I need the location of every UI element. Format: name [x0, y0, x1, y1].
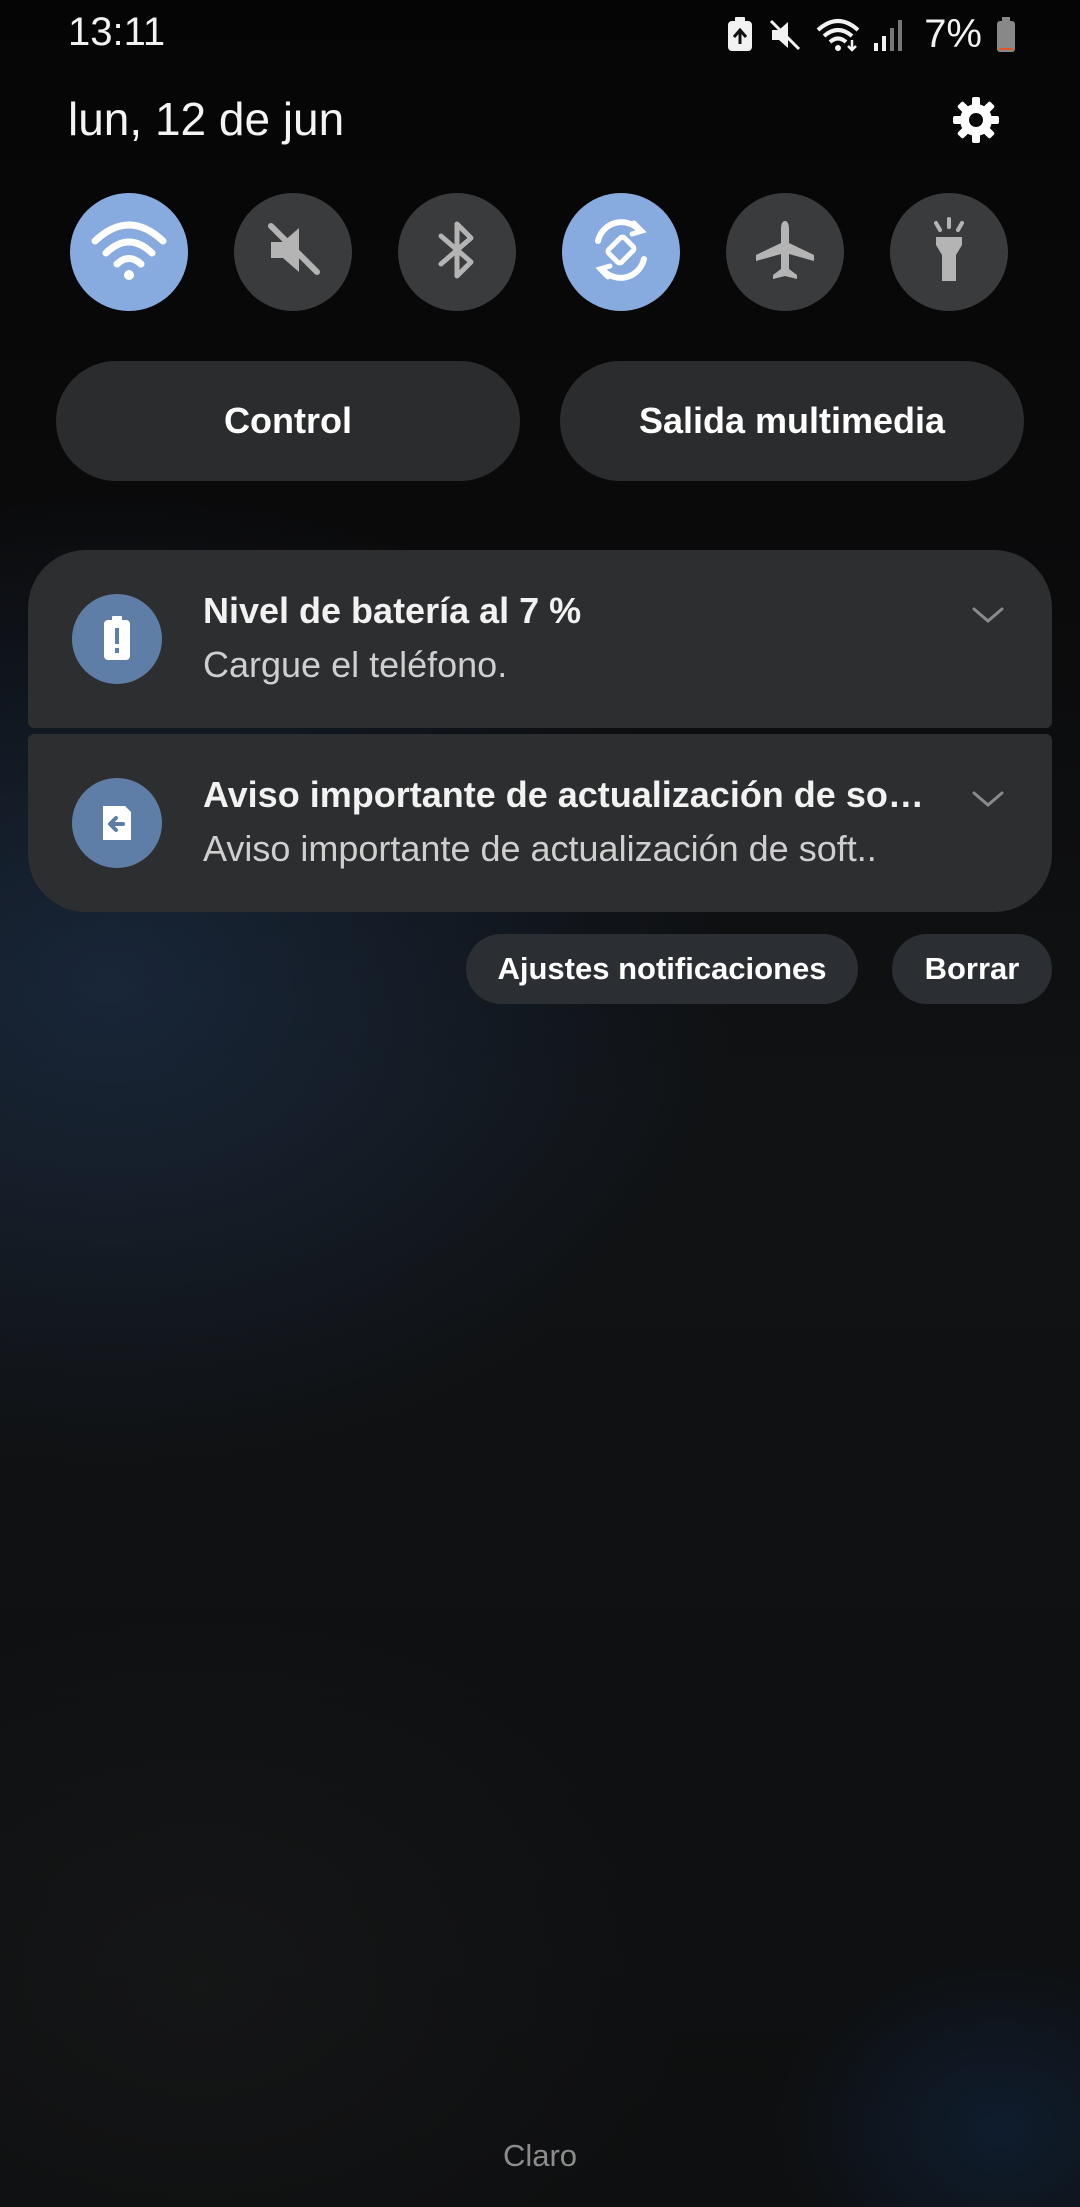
rotate-icon: [586, 215, 656, 290]
signal-icon: [874, 19, 904, 51]
software-update-icon: [72, 778, 162, 868]
wifi-icon: [816, 18, 860, 52]
flashlight-icon: [924, 215, 974, 290]
bluetooth-toggle[interactable]: [398, 193, 516, 311]
battery-percent: 7%: [924, 12, 982, 56]
auto-rotate-toggle[interactable]: [562, 193, 680, 311]
mute-icon: [263, 220, 323, 285]
notification-settings-button[interactable]: Ajustes notificaciones: [466, 934, 858, 1004]
notification-body: Cargue el teléfono.: [203, 644, 508, 685]
battery-saver-icon: [726, 16, 754, 53]
chevron-down-icon[interactable]: [968, 600, 1008, 630]
notification-body: Aviso importante de actualización de sof…: [203, 828, 877, 869]
sound-toggle[interactable]: [234, 193, 352, 311]
control-button[interactable]: Control: [56, 361, 520, 481]
wifi-icon: [91, 219, 167, 286]
notification-title: Aviso importante de actualización de so…: [203, 774, 924, 815]
notification-card[interactable]: Nivel de batería al 7 % Cargue el teléfo…: [28, 550, 1052, 728]
status-time: 13:11: [68, 10, 166, 54]
date-label: lun, 12 de jun: [68, 93, 345, 145]
clear-notifications-button[interactable]: Borrar: [892, 934, 1052, 1004]
chevron-down-icon[interactable]: [968, 784, 1008, 814]
flashlight-toggle[interactable]: [890, 193, 1008, 311]
battery-icon: [996, 16, 1016, 53]
notification-title: Nivel de batería al 7 %: [203, 590, 582, 631]
gear-icon: [951, 95, 1001, 150]
bluetooth-icon: [435, 218, 479, 287]
media-output-button[interactable]: Salida multimedia: [560, 361, 1024, 481]
airplane-icon: [752, 217, 818, 288]
airplane-mode-toggle[interactable]: [726, 193, 844, 311]
wifi-toggle[interactable]: [70, 193, 188, 311]
notification-card[interactable]: Aviso importante de actualización de so……: [28, 734, 1052, 912]
carrier-label: Claro: [502, 2138, 578, 2173]
battery-alert-icon: [72, 594, 162, 684]
status-icons: 7%: [726, 12, 1016, 57]
settings-button[interactable]: [944, 90, 1008, 154]
mute-icon: [768, 18, 802, 52]
